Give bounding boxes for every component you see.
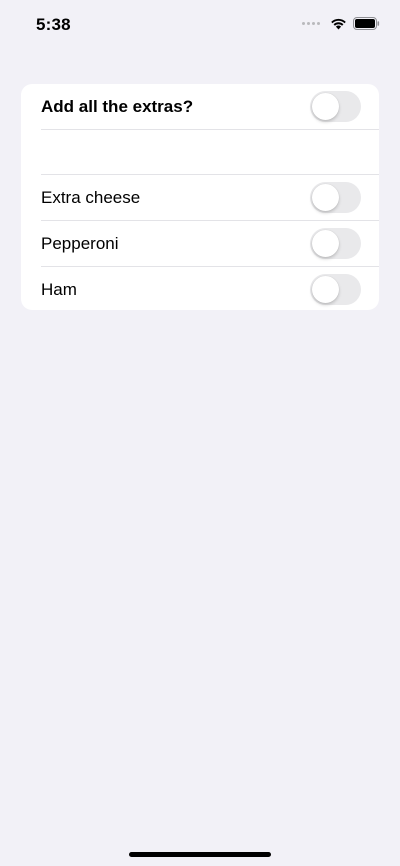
status-icons	[302, 17, 380, 30]
status-bar: 5:38	[0, 0, 400, 50]
ham-row: Ham	[21, 267, 379, 310]
empty-row	[21, 130, 379, 174]
ham-toggle[interactable]	[310, 274, 361, 305]
extra-cheese-row: Extra cheese	[21, 175, 379, 220]
status-time: 5:38	[36, 15, 71, 34]
toggle-knob	[312, 276, 339, 303]
home-indicator[interactable]	[129, 852, 271, 857]
ham-label: Ham	[41, 279, 77, 299]
wifi-icon	[331, 18, 346, 30]
cellular-signal-icon	[302, 22, 320, 25]
pepperoni-row: Pepperoni	[21, 221, 379, 266]
master-toggle-row: Add all the extras?	[21, 84, 379, 129]
toggle-knob	[312, 230, 339, 257]
extras-form-card: Add all the extras? Extra cheese Peppero…	[21, 84, 379, 310]
pepperoni-label: Pepperoni	[41, 233, 119, 253]
toggle-knob	[312, 93, 339, 120]
toggle-knob	[312, 184, 339, 211]
master-toggle-label: Add all the extras?	[41, 96, 194, 116]
battery-icon	[353, 17, 380, 30]
add-all-extras-toggle[interactable]	[310, 91, 361, 122]
extra-cheese-label: Extra cheese	[41, 187, 141, 207]
extra-cheese-toggle[interactable]	[310, 182, 361, 213]
pepperoni-toggle[interactable]	[310, 228, 361, 259]
